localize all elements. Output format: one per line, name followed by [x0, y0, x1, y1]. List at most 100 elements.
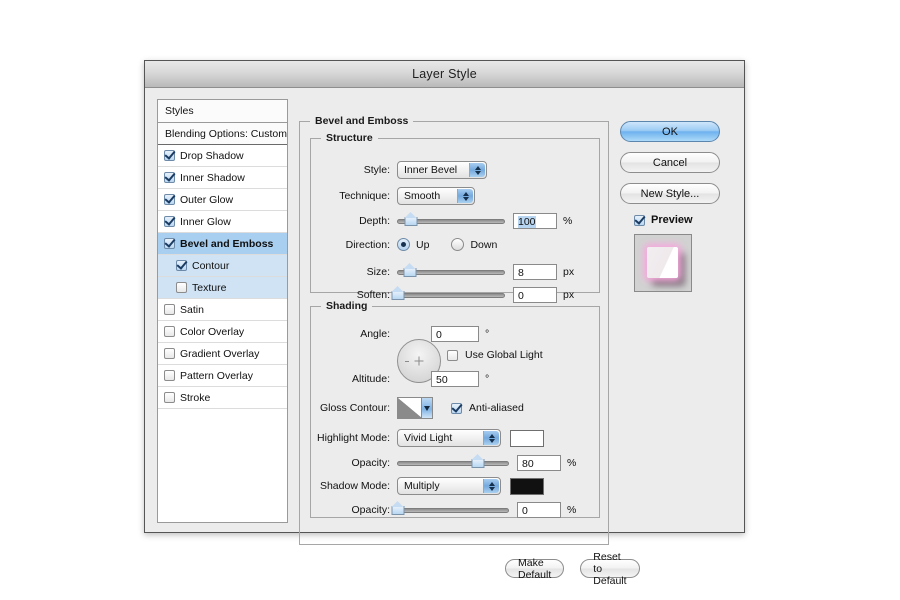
- depth-slider[interactable]: [397, 212, 505, 228]
- styles-list-item-checkbox[interactable]: [164, 304, 175, 315]
- highlight-opacity-input[interactable]: 80: [517, 455, 561, 471]
- shadow-color-swatch[interactable]: [510, 477, 544, 495]
- size-row: Size: 8 px: [311, 263, 575, 280]
- styles-list-item-checkbox[interactable]: [176, 260, 187, 271]
- direction-down-label: Down: [470, 238, 498, 251]
- shading-legend: Shading: [321, 300, 373, 312]
- preview-shape: [647, 247, 678, 278]
- depth-input-value: 100: [518, 216, 536, 228]
- styles-list-item-checkbox[interactable]: [164, 370, 175, 381]
- chevron-updown-icon: [457, 189, 473, 203]
- technique-select[interactable]: Smooth: [397, 187, 475, 205]
- shadow-opacity-row: Opacity: 0 %: [311, 501, 576, 518]
- highlight-mode-value: Vivid Light: [404, 432, 453, 444]
- use-global-light-checkbox[interactable]: [447, 349, 458, 361]
- highlight-opacity-label: Opacity:: [351, 457, 390, 469]
- blending-options-item[interactable]: Blending Options: Custom: [158, 123, 287, 145]
- preview-toggle-row: Preview: [634, 214, 735, 226]
- styles-list-item-checkbox[interactable]: [164, 392, 175, 403]
- bevel-and-emboss-group: Bevel and Emboss Structure Style: Inner …: [299, 115, 640, 587]
- styles-list-header[interactable]: Styles: [158, 100, 287, 123]
- highlight-opacity-row: Opacity: 80 %: [311, 454, 577, 471]
- highlight-opacity-slider-track: [397, 461, 509, 466]
- styles-list-item[interactable]: Stroke: [158, 387, 287, 409]
- styles-list-item-label: Inner Glow: [180, 215, 231, 228]
- soften-slider[interactable]: [391, 286, 505, 302]
- soften-input[interactable]: 0: [513, 287, 557, 303]
- highlight-color-swatch[interactable]: [510, 429, 544, 447]
- shadow-mode-value: Multiply: [404, 480, 440, 492]
- styles-list-item[interactable]: Texture: [158, 277, 287, 299]
- styles-list-item[interactable]: Bevel and Emboss: [158, 233, 287, 255]
- gloss-contour-picker[interactable]: [397, 397, 433, 419]
- anti-aliased-checkbox[interactable]: [451, 402, 462, 414]
- depth-input[interactable]: 100: [513, 213, 557, 229]
- ok-button[interactable]: OK: [620, 121, 720, 142]
- dialog-actions-column: OK Cancel New Style... Preview: [620, 121, 735, 292]
- direction-label: Direction:: [345, 238, 390, 251]
- direction-up-label: Up: [416, 238, 430, 251]
- styles-list-item[interactable]: Inner Glow: [158, 211, 287, 233]
- soften-slider-knob[interactable]: [391, 286, 405, 301]
- size-slider-knob[interactable]: [403, 263, 417, 278]
- reset-to-default-button[interactable]: Reset to Default: [580, 551, 640, 587]
- preview-label: Preview: [651, 214, 693, 226]
- styles-list-item-checkbox[interactable]: [164, 150, 175, 161]
- styles-list-item-checkbox[interactable]: [164, 348, 175, 359]
- use-global-light-row: Use Global Light: [447, 349, 543, 361]
- shadow-mode-select[interactable]: Multiply: [397, 477, 501, 495]
- technique-label: Technique:: [339, 190, 390, 202]
- direction-up-radio[interactable]: [397, 238, 410, 251]
- angle-input[interactable]: 0: [431, 326, 479, 342]
- styles-list-item[interactable]: Gradient Overlay: [158, 343, 287, 365]
- styles-list-item-label: Bevel and Emboss: [180, 237, 274, 250]
- gloss-contour-curve-icon: [398, 398, 422, 418]
- styles-list-item-checkbox[interactable]: [164, 238, 175, 249]
- gloss-contour-label: Gloss Contour:: [319, 402, 390, 414]
- styles-list-item-checkbox[interactable]: [164, 326, 175, 337]
- depth-unit: %: [563, 215, 573, 227]
- gloss-contour-dropdown-arrow-icon[interactable]: [421, 398, 432, 418]
- styles-list-item-checkbox[interactable]: [176, 282, 187, 293]
- styles-list-item[interactable]: Inner Shadow: [158, 167, 287, 189]
- make-default-button[interactable]: Make Default: [505, 557, 565, 581]
- styles-list-item-checkbox[interactable]: [164, 216, 175, 227]
- styles-list-item-checkbox[interactable]: [164, 194, 175, 205]
- shadow-opacity-label: Opacity:: [351, 504, 390, 516]
- cancel-button[interactable]: Cancel: [620, 152, 720, 173]
- styles-list-item-checkbox[interactable]: [164, 172, 175, 183]
- gloss-contour-row: Gloss Contour: Anti-aliased: [311, 397, 524, 419]
- styles-list-item[interactable]: Contour: [158, 255, 287, 277]
- depth-slider-knob[interactable]: [404, 212, 418, 227]
- styles-list-item[interactable]: Pattern Overlay: [158, 365, 287, 387]
- size-unit: px: [563, 266, 575, 278]
- highlight-opacity-slider-knob[interactable]: [471, 454, 485, 469]
- styles-list-item-label: Stroke: [180, 391, 211, 404]
- styles-list-item-label: Texture: [192, 281, 227, 294]
- style-select[interactable]: Inner Bevel: [397, 161, 487, 179]
- direction-down-radio[interactable]: [451, 238, 465, 251]
- highlight-opacity-slider[interactable]: [397, 454, 509, 470]
- shadow-opacity-slider-knob[interactable]: [391, 501, 405, 516]
- new-style-button[interactable]: New Style...: [620, 183, 720, 204]
- styles-list-item[interactable]: Drop Shadow: [158, 145, 287, 167]
- shading-group: Shading Angle: 0 ° Use Global Light Alti…: [310, 300, 600, 518]
- styles-list-item-label: Satin: [180, 303, 204, 316]
- styles-list-item[interactable]: Satin: [158, 299, 287, 321]
- shadow-opacity-slider[interactable]: [391, 501, 509, 517]
- highlight-opacity-unit: %: [567, 457, 577, 469]
- angle-label: Angle:: [360, 328, 390, 340]
- altitude-input[interactable]: 50: [431, 371, 479, 387]
- technique-select-value: Smooth: [404, 190, 441, 202]
- angle-dial-tick: [405, 361, 409, 362]
- styles-list-panel: Styles Blending Options: Custom Drop Sha…: [157, 99, 288, 523]
- highlight-mode-select[interactable]: Vivid Light: [397, 429, 501, 447]
- preview-checkbox[interactable]: [634, 214, 645, 226]
- structure-legend: Structure: [321, 132, 378, 144]
- styles-list-item[interactable]: Outer Glow: [158, 189, 287, 211]
- styles-list-item[interactable]: Color Overlay: [158, 321, 287, 343]
- shadow-mode-label: Shadow Mode:: [319, 480, 390, 492]
- size-slider[interactable]: [397, 263, 505, 279]
- size-input[interactable]: 8: [513, 264, 557, 280]
- shadow-opacity-input[interactable]: 0: [517, 502, 561, 518]
